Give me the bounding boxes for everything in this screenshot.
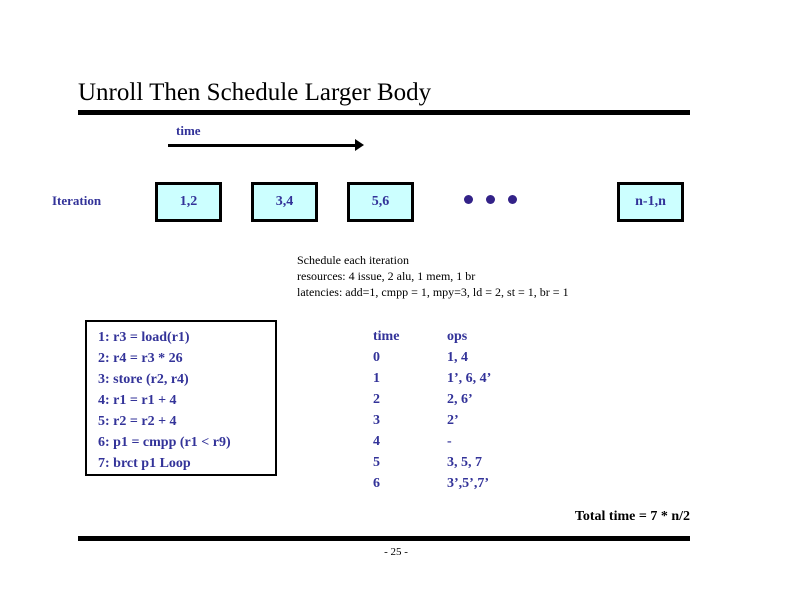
code-line-3: 3: store (r2, r4)	[98, 372, 189, 387]
iteration-box-3: 5,6	[347, 182, 414, 222]
cell-time: 0	[373, 350, 380, 365]
cell-time: 6	[373, 476, 380, 491]
schedule-notes: Schedule each iteration resources: 4 iss…	[297, 252, 569, 300]
iteration-box-2: 3,4	[251, 182, 318, 222]
cell-ops: -	[447, 434, 452, 449]
notes-line-2: resources: 4 issue, 2 alu, 1 mem, 1 br	[297, 269, 476, 283]
page-title: Unroll Then Schedule Larger Body	[78, 79, 432, 106]
footer-divider	[78, 536, 690, 541]
cell-ops: 2, 6’	[447, 392, 473, 407]
code-line-4: 4: r1 = r1 + 4	[98, 393, 177, 408]
dot-icon	[508, 195, 517, 204]
cell-time: 1	[373, 371, 380, 386]
cell-time: 4	[373, 434, 380, 449]
iteration-box-last: n-1,n	[617, 182, 684, 222]
notes-line-1: Schedule each iteration	[297, 253, 409, 267]
time-arrow-line	[168, 144, 356, 147]
cell-ops: 2’	[447, 413, 459, 428]
title-divider	[78, 110, 690, 115]
ellipsis-dots-icon	[464, 195, 524, 209]
code-line-6: 6: p1 = cmpp (r1 < r9)	[98, 435, 231, 450]
total-time-text: Total time = 7 * n/2	[574, 509, 690, 524]
notes-line-3: latencies: add=1, cmpp = 1, mpy=3, ld = …	[297, 285, 569, 299]
code-line-1: 1: r3 = load(r1)	[98, 330, 190, 345]
cell-time: 2	[373, 392, 380, 407]
time-axis-label: time	[176, 123, 201, 138]
code-line-2: 2: r4 = r3 * 26	[98, 351, 183, 366]
iteration-box-1: 1,2	[155, 182, 222, 222]
column-header-ops: ops	[447, 329, 468, 344]
code-listing-box: 1: r3 = load(r1) 2: r4 = r3 * 26 3: stor…	[85, 320, 277, 476]
cell-time: 5	[373, 455, 380, 470]
cell-ops: 1’, 6, 4’	[447, 371, 492, 386]
dot-icon	[464, 195, 473, 204]
slide-canvas: Unroll Then Schedule Larger Body time It…	[0, 0, 792, 612]
dot-icon	[486, 195, 495, 204]
right-arrow-icon	[355, 139, 364, 151]
page-number: - 25 -	[384, 546, 408, 558]
iteration-label: Iteration	[52, 193, 102, 208]
code-listing: 1: r3 = load(r1) 2: r4 = r3 * 26 3: stor…	[98, 327, 231, 474]
code-line-7: 7: brct p1 Loop	[98, 456, 191, 471]
code-line-5: 5: r2 = r2 + 4	[98, 414, 177, 429]
cell-ops: 1, 4	[447, 350, 468, 365]
column-header-time: time	[373, 329, 400, 344]
cell-time: 3	[373, 413, 380, 428]
cell-ops: 3’,5’,7’	[447, 476, 489, 491]
cell-ops: 3, 5, 7	[447, 455, 482, 470]
